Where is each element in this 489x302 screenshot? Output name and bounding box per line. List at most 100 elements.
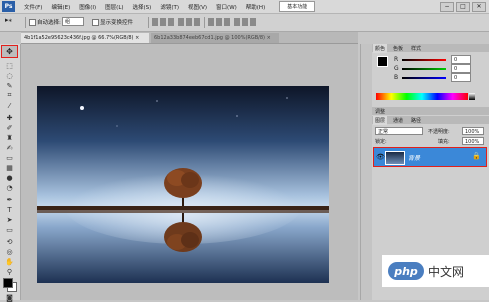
auto-select-dropdown[interactable]: 组 [62,17,84,26]
foreground-color-swatch[interactable] [3,278,13,288]
window-controls: − □ ✕ [440,2,486,12]
auto-select-checkbox[interactable] [29,19,36,26]
channel-b-value: 0 [454,75,458,81]
watermark-text: 中文网 [428,264,465,279]
channel-b-label: B [394,74,399,81]
menu-file[interactable]: 文件(F) [24,3,42,11]
layers-panel-header: 图层 通道 路径 [372,116,489,125]
color-panel-header: 颜色 色板 样式 [372,44,489,53]
eraser-tool-icon[interactable]: ▭ [4,153,15,162]
align-hcenter-icon[interactable] [186,18,192,26]
tab-color[interactable]: 颜色 [373,44,388,53]
document-tabs: 4b1f1a52e95623c436f.jpg @ 66.7%(RGB/8) ×… [21,32,358,44]
move-tool-icon[interactable]: ✥ [1,45,18,58]
tab-adjustments[interactable]: 调整 [373,107,387,116]
channel-b-input[interactable]: 0 [451,73,471,82]
channel-g-slider[interactable] [402,68,446,70]
tab-styles[interactable]: 样式 [409,44,423,53]
minimize-button[interactable]: − [440,2,454,12]
options-bar: ▸⁎ 自动选择: 组 显示变换控件 [0,14,489,32]
watermark: php 中文网 [382,255,489,287]
distribute-vcenter-icon[interactable] [216,18,222,26]
pen-tool-icon[interactable]: ✒ [4,195,15,204]
shape-tool-icon[interactable]: ▭ [4,225,15,234]
channel-r-slider[interactable] [402,59,446,61]
zoom-tool-icon[interactable]: ⚲ [4,267,15,276]
history-brush-icon[interactable]: ✍ [4,143,15,152]
3d-rotate-icon[interactable]: ⟲ [4,237,15,246]
divider [148,17,149,28]
move-tool-preset-icon[interactable]: ▸⁎ [5,16,12,24]
distribute-right-icon[interactable] [250,18,256,26]
layer-thumbnail [385,151,405,165]
menu-filter[interactable]: 滤镜(T) [160,3,179,11]
menu-view[interactable]: 视图(V) [188,3,207,11]
hand-tool-icon[interactable]: ✋ [4,257,15,266]
close-button[interactable]: ✕ [472,2,486,12]
lock-icon: 🔒 [472,152,481,160]
watermark-logo: php [388,262,424,280]
adjustments-panel-header: 调整 [372,107,489,115]
foreground-color-preview[interactable] [377,56,388,67]
menu-select[interactable]: 选择(S) [133,3,152,11]
marquee-tool-icon[interactable]: ⬚ [4,61,15,70]
opacity-input[interactable]: 100% [462,127,484,135]
lasso-tool-icon[interactable]: ◌ [4,71,15,80]
distribute-hcenter-icon[interactable] [242,18,248,26]
black-white-ramp[interactable] [469,93,475,100]
show-transform-label: 显示变换控件 [100,20,134,26]
channel-r-value: 0 [454,57,458,63]
menu-layer[interactable]: 图层(L) [105,3,123,11]
channel-b-slider[interactable] [402,77,446,79]
type-tool-icon[interactable]: T [4,205,15,214]
channel-r-input[interactable]: 0 [451,55,471,64]
maximize-button[interactable]: □ [456,2,470,12]
tab-document-1[interactable]: 4b1f1a52e95623c436f.jpg @ 66.7%(RGB/8) × [21,33,149,43]
quick-select-icon[interactable]: ✎ [4,81,15,90]
channel-g-input[interactable]: 0 [451,64,471,73]
tab-swatches[interactable]: 色板 [391,44,405,53]
brush-tool-icon[interactable]: ✐ [4,123,15,132]
align-vcenter-icon[interactable] [160,18,166,26]
gradient-tool-icon[interactable]: ▦ [4,163,15,172]
divider [204,17,205,28]
eyedropper-icon[interactable]: ⁄ [4,101,15,110]
menu-bar: Ps 文件(F) 编辑(E) 图像(I) 图层(L) 选择(S) 滤镜(T) 视… [0,0,489,14]
color-spectrum-bar[interactable] [376,93,468,100]
align-right-icon[interactable] [194,18,200,26]
menu-edit[interactable]: 编辑(E) [51,3,70,11]
align-left-icon[interactable] [178,18,184,26]
fill-input[interactable]: 100% [462,137,484,145]
3d-orbit-icon[interactable]: ◎ [4,247,15,256]
tab-paths[interactable]: 路径 [409,116,423,125]
show-transform-checkbox[interactable] [92,19,99,26]
distribute-bottom-icon[interactable] [224,18,230,26]
tab-channels[interactable]: 通道 [391,116,405,125]
healing-brush-icon[interactable]: ✚ [4,113,15,122]
distribute-left-icon[interactable] [234,18,240,26]
blend-mode-dropdown[interactable]: 正常 [375,127,423,135]
align-top-icon[interactable] [152,18,158,26]
visibility-eye-icon[interactable]: 👁 [376,153,385,161]
tab-layers[interactable]: 图层 [373,116,388,125]
layer-row-background[interactable]: 👁 背景 🔒 [373,147,487,167]
layer-name[interactable]: 背景 [408,153,420,162]
blur-tool-icon[interactable]: ● [4,173,15,182]
menu-help[interactable]: 帮助(H) [246,3,265,11]
menu-image[interactable]: 图像(I) [79,3,96,11]
distribute-top-icon[interactable] [208,18,214,26]
auto-select-label: 自动选择: [37,20,61,26]
channel-r-label: R [394,56,399,63]
workspace-button[interactable]: 基本功能 [279,1,316,12]
divider [25,17,26,28]
align-bottom-icon[interactable] [168,18,174,26]
menu-window[interactable]: 窗口(W) [216,3,237,11]
toolbox: ✥ ⬚ ◌ ✎ ⌗ ⁄ ✚ ✐ ♜ ✍ ▭ ▦ ● ◔ ✒ T ➤ ▭ ⟲ ◎ … [0,44,21,302]
tab-document-2[interactable]: 6b12a33b874eeb67cd1.jpg @ 100%(RGB/8) × [151,33,279,43]
path-select-icon[interactable]: ➤ [4,215,15,224]
clone-stamp-icon[interactable]: ♜ [4,133,15,142]
crop-tool-icon[interactable]: ⌗ [4,91,15,100]
dodge-tool-icon[interactable]: ◔ [4,183,15,192]
quick-mask-icon[interactable]: ◙ [4,293,15,302]
opacity-label: 不透明度: [428,129,450,135]
